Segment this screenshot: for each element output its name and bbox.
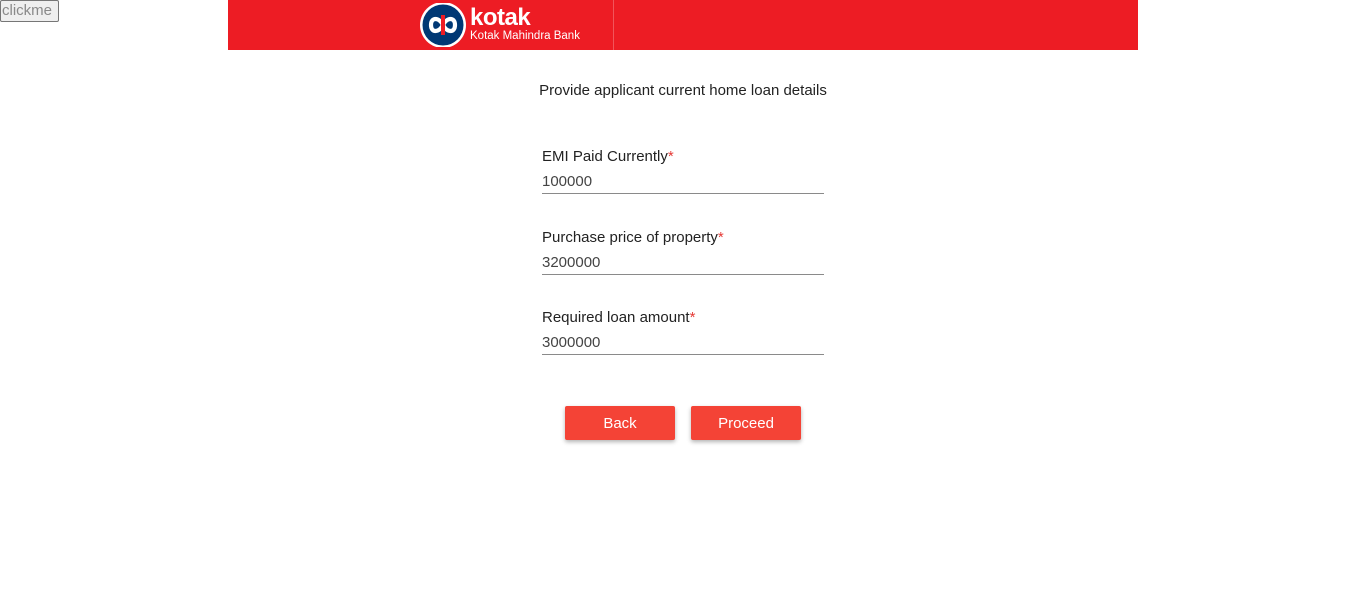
- required-loan-label: Required loan amount*: [542, 309, 695, 327]
- page-title: Provide applicant current home loan deta…: [539, 82, 827, 99]
- header-bar: kotak Kotak Mahindra Bank: [228, 0, 1138, 50]
- back-button[interactable]: Back: [565, 406, 675, 440]
- required-loan-field: Required loan amount*: [542, 309, 824, 359]
- kotak-logo[interactable]: kotak Kotak Mahindra Bank: [419, 2, 599, 48]
- required-asterisk: *: [717, 229, 724, 246]
- brand-subtitle: Kotak Mahindra Bank: [470, 30, 580, 42]
- required-asterisk: *: [689, 309, 696, 326]
- kotak-infinity-logo-icon: [419, 2, 467, 48]
- header-divider: [613, 0, 614, 50]
- brand-name: kotak: [470, 4, 531, 31]
- emi-paid-label: EMI Paid Currently*: [542, 148, 674, 166]
- emi-paid-label-text: EMI Paid Currently: [542, 148, 668, 165]
- purchase-price-label: Purchase price of property*: [542, 229, 724, 247]
- required-asterisk: *: [667, 148, 674, 165]
- emi-paid-input[interactable]: [542, 170, 824, 194]
- purchase-price-label-text: Purchase price of property: [542, 229, 718, 246]
- required-loan-input[interactable]: [542, 331, 824, 355]
- emi-paid-field: EMI Paid Currently*: [542, 148, 824, 198]
- proceed-button[interactable]: Proceed: [691, 406, 801, 440]
- required-loan-label-text: Required loan amount: [542, 309, 690, 326]
- purchase-price-input[interactable]: [542, 251, 824, 275]
- purchase-price-field: Purchase price of property*: [542, 229, 824, 279]
- clickme-button[interactable]: clickme: [0, 0, 59, 22]
